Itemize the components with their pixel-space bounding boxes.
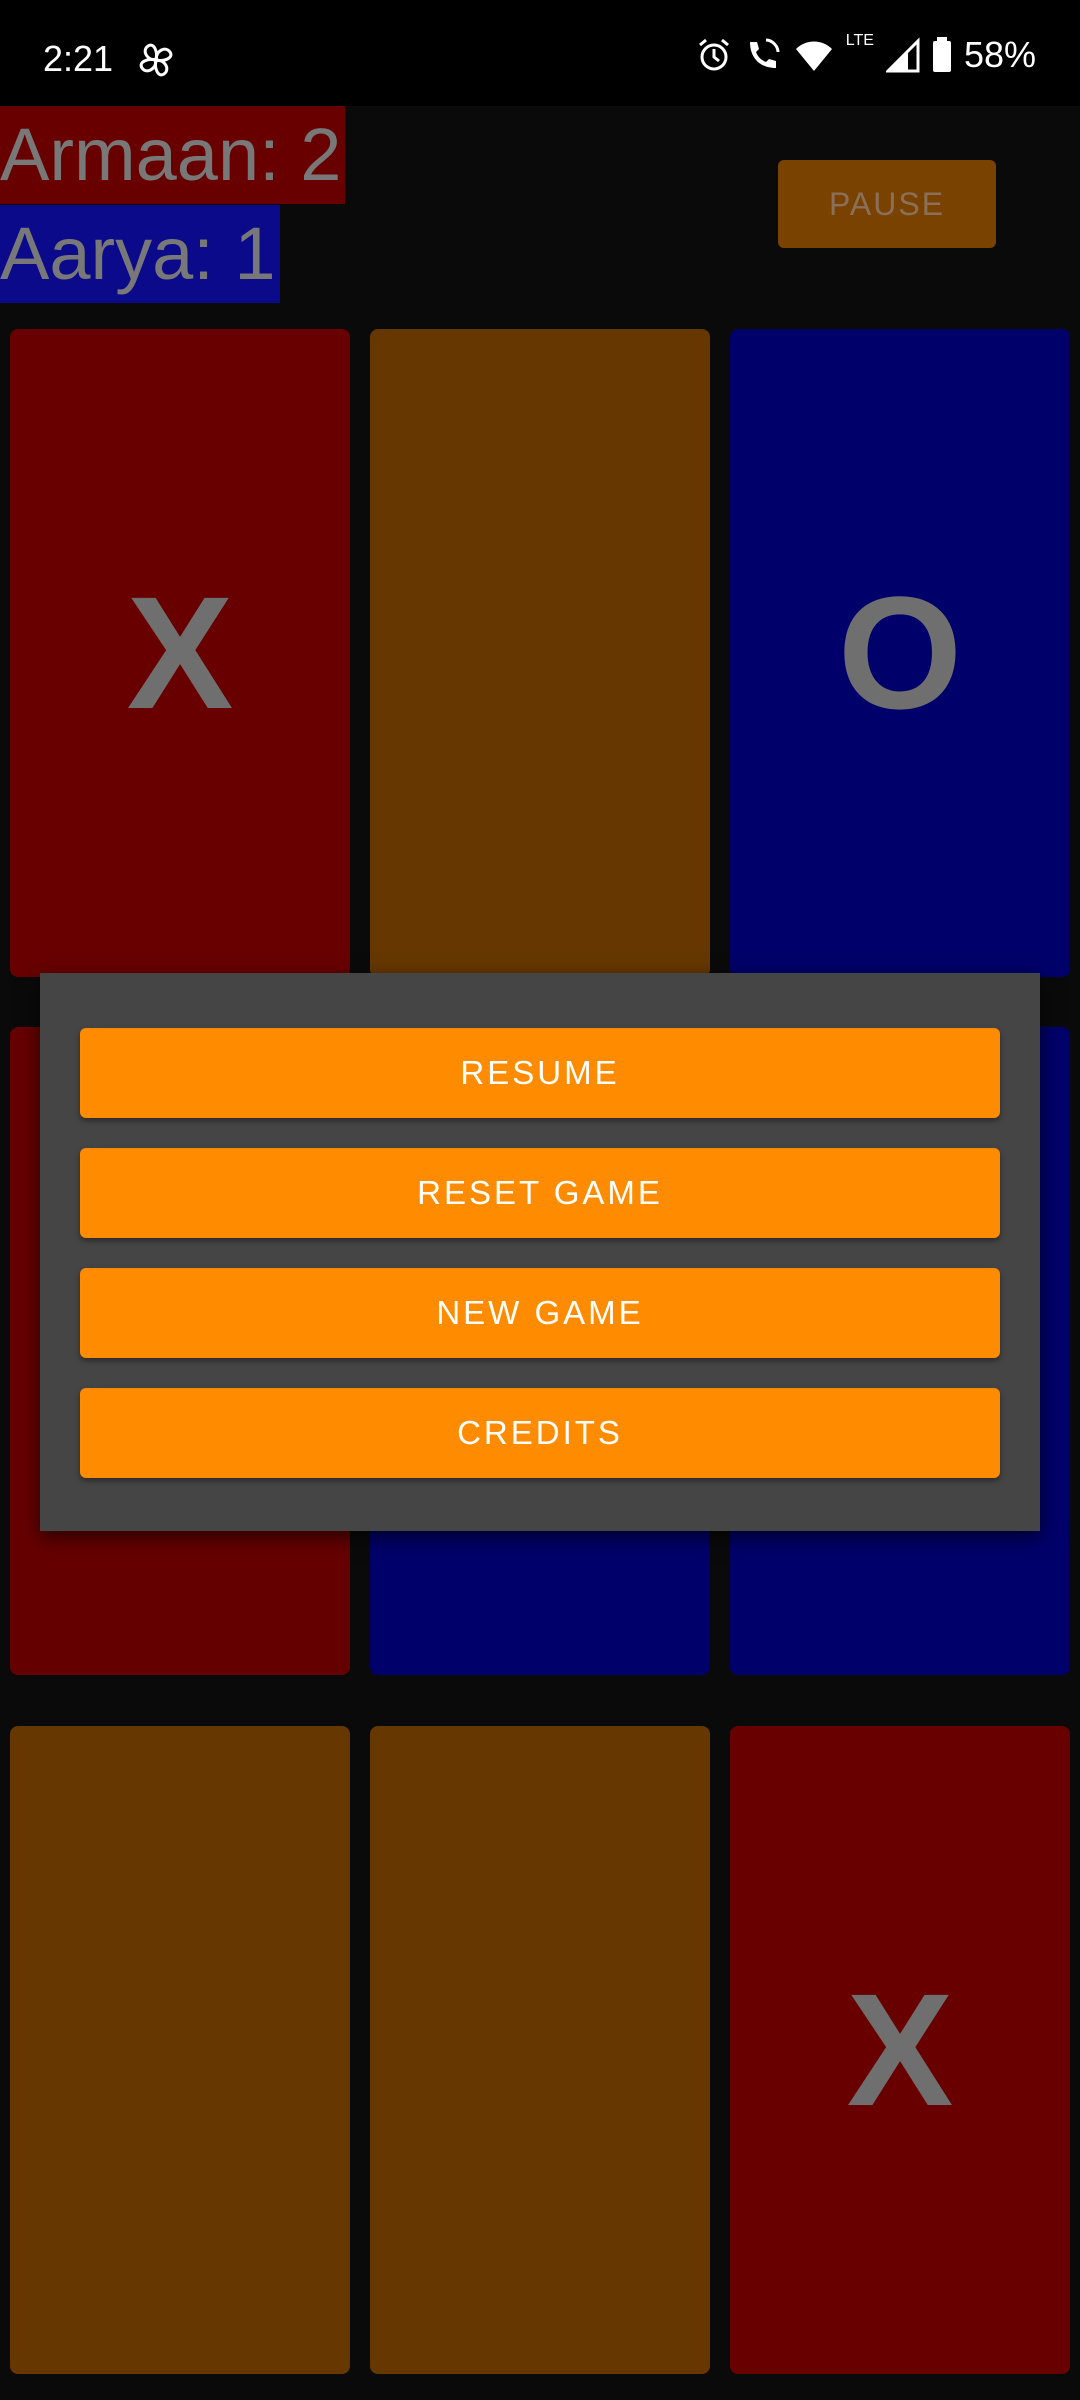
board-cell[interactable]: O bbox=[730, 329, 1070, 977]
board-cell[interactable]: X bbox=[730, 1726, 1070, 2374]
player2-score: Aarya: 1 bbox=[0, 205, 280, 303]
reset-game-button[interactable]: RESET GAME bbox=[80, 1148, 1000, 1238]
wifi-icon bbox=[795, 41, 832, 71]
pause-button[interactable]: PAUSE bbox=[778, 160, 996, 248]
alarm-icon bbox=[698, 38, 729, 71]
board-cell[interactable] bbox=[370, 1726, 710, 2374]
player1-score: Armaan: 2 bbox=[0, 106, 346, 204]
pinwheel-icon bbox=[139, 43, 173, 77]
board-cell[interactable] bbox=[370, 329, 710, 977]
battery-percent: 58% bbox=[963, 34, 1036, 75]
credits-button[interactable]: CREDITS bbox=[80, 1388, 1000, 1478]
battery-icon bbox=[932, 37, 951, 72]
status-bar: 2:21 LTE 58% bbox=[0, 0, 1080, 106]
resume-button[interactable]: RESUME bbox=[80, 1028, 1000, 1118]
pause-menu: RESUME RESET GAME NEW GAME CREDITS bbox=[40, 973, 1040, 1531]
cell-mark: O bbox=[837, 563, 963, 742]
wifi-call-icon bbox=[749, 38, 780, 68]
network-type: LTE bbox=[845, 32, 874, 49]
cell-mark: X bbox=[126, 563, 234, 742]
board-cell[interactable]: X bbox=[10, 329, 350, 977]
status-time: 2:21 bbox=[43, 38, 114, 79]
new-game-button[interactable]: NEW GAME bbox=[80, 1268, 1000, 1358]
board-cell[interactable] bbox=[10, 1726, 350, 2374]
status-icons: LTE 58% bbox=[696, 30, 1036, 80]
cell-mark: X bbox=[846, 1960, 954, 2139]
cellular-signal-icon bbox=[885, 37, 920, 73]
